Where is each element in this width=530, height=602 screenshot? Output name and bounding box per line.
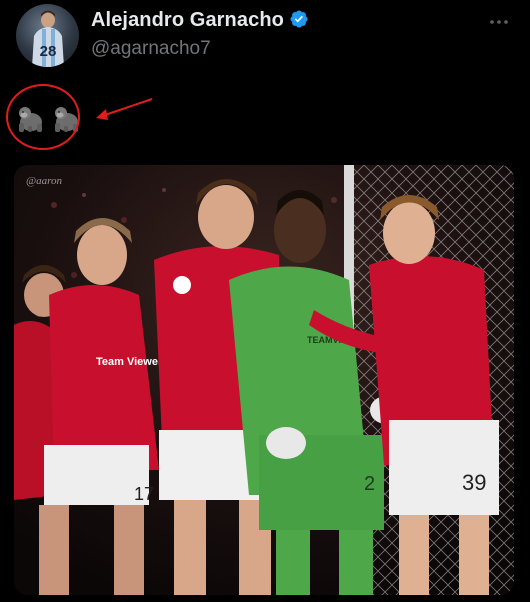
shirt-sponsor-text: Team Viewer <box>96 356 163 368</box>
more-options-icon[interactable] <box>488 14 510 30</box>
red-arrow-annotation <box>96 98 153 120</box>
red-circle-annotation <box>6 84 80 150</box>
verified-badge-icon <box>290 10 308 28</box>
tweet-card: 28 Alejandro Garnacho @agarnacho7 17 Tea… <box>0 0 530 602</box>
shirt-number-2: 2 <box>364 473 375 495</box>
photo-watermark: @aaron <box>26 175 62 187</box>
shirt-number-39: 39 <box>462 470 486 495</box>
author-name-row[interactable]: Alejandro Garnacho <box>91 9 309 32</box>
author-avatar[interactable]: 28 <box>16 4 79 67</box>
author-display-name[interactable]: Alejandro Garnacho <box>91 9 284 31</box>
author-handle[interactable]: @agarnacho7 <box>91 38 211 60</box>
shirt-number-17: 17 <box>134 484 154 504</box>
avatar-shirt-number: 28 <box>40 43 57 60</box>
player-avatar-icon: 28 <box>32 10 64 67</box>
team-celebration-photo: 17 Team Viewer 2 TEAMVIEWER <box>14 165 514 595</box>
tweet-media-photo[interactable]: 17 Team Viewer 2 TEAMVIEWER <box>14 165 514 595</box>
